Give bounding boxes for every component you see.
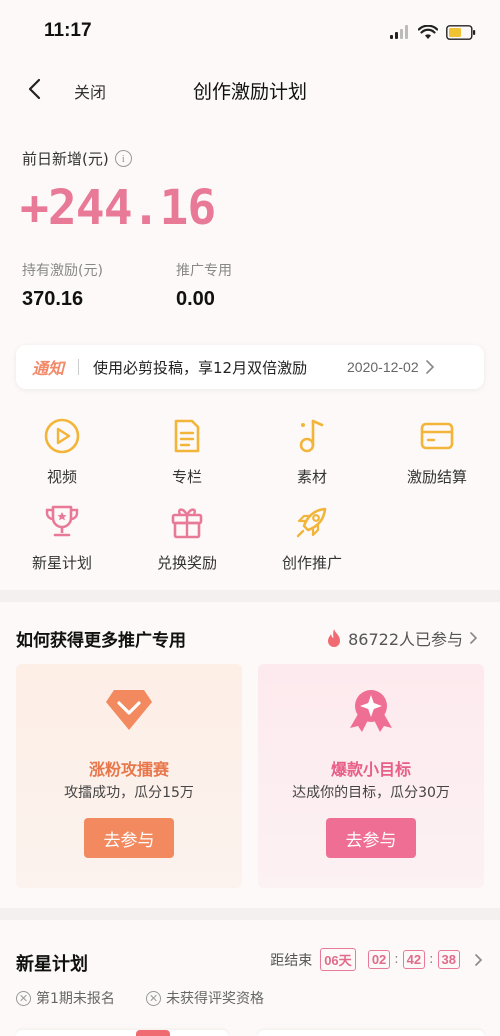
promo-section-title: 如何获得更多推广专用: [16, 631, 186, 651]
grid-item-newstar[interactable]: 新星计划: [7, 502, 117, 573]
status-not-registered: 第1期未报名: [16, 988, 115, 1008]
newstar-section: 新星计划 距结束 06天 02 : 42 : 38 第1期未报名 未获得评奖资格: [0, 920, 500, 1036]
grid-label: 素材: [296, 468, 327, 486]
countdown-separator: [360, 952, 364, 967]
notice-text: 使用必剪投稿，享12月双倍激励: [93, 358, 308, 377]
notice-banner[interactable]: 通知 使用必剪投稿，享12月双倍激励 2020-12-02: [16, 345, 484, 389]
bottom-card-peek: [258, 1030, 484, 1036]
notice-divider: [78, 359, 80, 375]
countdown-seconds: 38: [437, 950, 460, 969]
yesterday-earnings-label: 前日新增(元) i: [22, 148, 132, 169]
card-subtitle: 攻擂成功，瓜分15万: [64, 785, 194, 801]
grid-item-video[interactable]: 视频: [7, 416, 117, 487]
join-button[interactable]: 去参与: [326, 818, 416, 858]
chevron-right-icon[interactable]: [474, 953, 484, 967]
battery-icon: [446, 24, 476, 40]
countdown-label: 距结束: [270, 952, 313, 969]
document-icon: [174, 419, 200, 453]
close-circle-icon: [146, 990, 161, 1006]
notice-date: 2020-12-02: [347, 359, 419, 375]
card-fan-challenge: 涨粉攻擂赛 攻擂成功，瓜分15万 去参与: [16, 664, 242, 888]
grid-item-settlement[interactable]: 激励结算: [382, 416, 492, 487]
diamond-icon: [106, 690, 152, 730]
incentive-label: 持有激励(元): [22, 263, 103, 279]
close-circle-icon: [16, 990, 31, 1006]
peek-badge: [136, 1030, 170, 1036]
grid-label: 创作推广: [281, 554, 342, 572]
status-icons: [390, 22, 476, 42]
incentive-stat: 持有激励(元) 370.16: [22, 260, 103, 311]
gift-icon: [171, 508, 203, 539]
medal-icon: [350, 690, 392, 732]
countdown-colon: :: [394, 952, 399, 967]
card-icon: [420, 422, 454, 450]
promo-section: 如何获得更多推广专用 86722人已参与 涨粉攻擂赛 攻擂成功，瓜分15万 去参…: [0, 602, 500, 908]
card-hit-target: 爆款小目标 达成你的目标，瓜分30万 去参与: [258, 664, 484, 888]
participants-count: 86722人已参与: [348, 630, 463, 649]
participants-link[interactable]: 86722人已参与: [326, 626, 478, 650]
fire-icon: [328, 629, 341, 647]
section-divider: [0, 590, 500, 602]
page-title: 创作激励计划: [192, 81, 307, 103]
wifi-icon: [418, 24, 438, 39]
trophy-icon: [45, 505, 79, 537]
promo-value: 0.00: [176, 288, 215, 310]
grid-item-promotion[interactable]: 创作推广: [257, 502, 367, 573]
newstar-title: 新星计划: [16, 954, 88, 975]
promo-stat: 推广专用 0.00: [176, 260, 232, 311]
card-title: 涨粉攻擂赛: [88, 760, 169, 779]
status-not-eligible: 未获得评奖资格: [146, 988, 264, 1008]
incentive-value: 370.16: [22, 288, 84, 310]
music-note-icon: [299, 419, 324, 453]
countdown: 距结束 06天 02 : 42 : 38: [270, 948, 484, 971]
nav-bar: 关闭 创作激励计划: [0, 64, 500, 114]
grid-label: 专栏: [171, 468, 202, 486]
chevron-right-icon: [425, 360, 434, 374]
status-text: 第1期未报名: [36, 991, 115, 1007]
countdown-colon: :: [429, 952, 434, 967]
play-circle-icon: [44, 418, 80, 454]
yesterday-earnings-value: +244.16: [20, 180, 216, 236]
card-title: 爆款小目标: [330, 760, 411, 779]
grid-label: 激励结算: [406, 468, 467, 486]
grid-label: 兑换奖励: [156, 554, 217, 572]
card-subtitle: 达成你的目标，瓜分30万: [292, 785, 450, 801]
bottom-card-peek: [16, 1030, 228, 1036]
notice-tag: 通知: [32, 359, 65, 378]
grid-item-column[interactable]: 专栏: [132, 416, 242, 487]
rocket-icon: [296, 507, 327, 538]
chevron-right-icon: [470, 632, 478, 644]
yesterday-label-text: 前日新增(元): [22, 150, 109, 168]
grid-item-redeem[interactable]: 兑换奖励: [132, 502, 242, 573]
join-button[interactable]: 去参与: [84, 818, 174, 858]
signal-icon: [390, 25, 408, 39]
countdown-minutes: 42: [402, 950, 426, 969]
grid-item-material[interactable]: 素材: [257, 416, 367, 487]
status-text: 未获得评奖资格: [166, 991, 264, 1007]
promo-label: 推广专用: [176, 263, 232, 279]
countdown-hours: 02: [367, 950, 391, 969]
info-icon[interactable]: i: [114, 150, 132, 167]
countdown-days: 06天: [320, 948, 356, 971]
section-divider: [0, 908, 500, 920]
status-time: 11:17: [44, 20, 92, 41]
status-bar: 11:17: [0, 0, 500, 60]
grid-label: 视频: [46, 468, 77, 486]
grid-label: 新星计划: [31, 554, 92, 572]
